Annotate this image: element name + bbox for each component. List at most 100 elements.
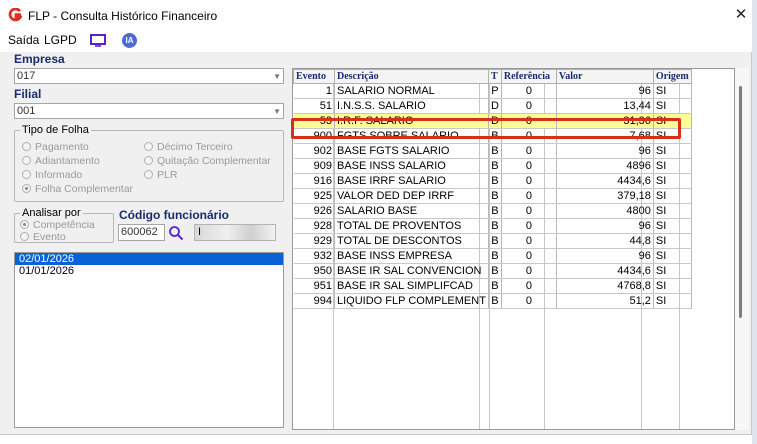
- cell-valor: 4434,6: [556, 263, 654, 279]
- cell-referencia: 0: [501, 113, 557, 129]
- analisar-title: Analisar por: [20, 207, 83, 219]
- col-referencia[interactable]: Referência: [500, 69, 557, 84]
- radio-quitacao-complementar[interactable]: Quitação Complementar: [144, 155, 271, 167]
- radio-decimo-terceiro[interactable]: Décimo Terceiro: [144, 141, 233, 153]
- cell-origem: SI: [653, 173, 692, 189]
- cell-tipo: B: [488, 143, 502, 159]
- menu-exit[interactable]: Saída: [8, 33, 39, 47]
- table-row[interactable]: 928 TOTAL DE PROVENTOS B 0 96 SI: [293, 218, 692, 234]
- events-grid[interactable]: Evento Descrição T Referência Valor Orig…: [292, 68, 735, 430]
- main-window: FLP - Consulta Histórico Financeiro ✕ Sa…: [0, 0, 752, 435]
- table-row[interactable]: 925 VALOR DED DEP IRRF B 0 379,18 SI: [293, 188, 692, 204]
- radio-folha-complementar[interactable]: Folha Complementar: [22, 183, 133, 195]
- cell-descricao: LIQUIDO FLP COMPLEMENT: [334, 293, 489, 309]
- cell-evento: 53: [293, 113, 335, 129]
- monitor-icon[interactable]: [90, 34, 106, 47]
- cell-origem: SI: [653, 128, 692, 144]
- cell-descricao: I.R.F. SALARIO: [334, 113, 489, 129]
- table-row[interactable]: 916 BASE IRRF SALARIO B 0 4434,6 SI: [293, 173, 692, 189]
- cell-tipo: B: [488, 203, 502, 219]
- table-row[interactable]: 902 BASE FGTS SALARIO B 0 96 SI: [293, 143, 692, 159]
- cell-valor: 96: [556, 143, 654, 159]
- vertical-scrollbar[interactable]: [735, 68, 749, 430]
- funcionario-code-input[interactable]: 600062: [118, 224, 165, 241]
- cell-evento: 928: [293, 218, 335, 234]
- cell-evento: 932: [293, 248, 335, 264]
- table-row[interactable]: 900 FGTS SOBRE SALARIO B 0 7,68 SI: [293, 128, 692, 144]
- filial-value: 001: [17, 105, 36, 117]
- table-row[interactable]: 932 BASE INSS EMPRESA B 0 96 SI: [293, 248, 692, 264]
- list-item[interactable]: 01/01/2026: [15, 265, 283, 277]
- cell-tipo: B: [488, 263, 502, 279]
- menu-lgpd[interactable]: LGPD: [44, 33, 77, 47]
- window-title: FLP - Consulta Histórico Financeiro: [28, 9, 218, 23]
- cell-origem: SI: [653, 203, 692, 219]
- cell-evento: 929: [293, 233, 335, 249]
- cell-tipo: B: [488, 188, 502, 204]
- radio-icon: [22, 170, 31, 179]
- filial-label: Filial: [14, 87, 42, 101]
- cell-origem: SI: [653, 263, 692, 279]
- cell-evento: 951: [293, 278, 335, 294]
- close-icon[interactable]: ✕: [730, 3, 752, 25]
- radio-plr[interactable]: PLR: [144, 169, 177, 181]
- table-row-highlighted[interactable]: 53 I.R.F. SALARIO D 0 31,36 SI: [293, 113, 692, 129]
- cell-referencia: 0: [501, 233, 557, 249]
- radio-icon: [144, 156, 153, 165]
- search-icon[interactable]: [168, 225, 184, 241]
- competencia-list[interactable]: 02/01/2026 01/01/2026: [14, 252, 284, 428]
- radio-icon: [144, 142, 153, 151]
- title-bar: FLP - Consulta Histórico Financeiro ✕: [0, 0, 752, 30]
- table-row[interactable]: 51 I.N.S.S. SALARIO D 0 13,44 SI: [293, 98, 692, 114]
- table-row[interactable]: 909 BASE INSS SALARIO B 0 4896 SI: [293, 158, 692, 174]
- col-tipo[interactable]: T: [487, 69, 502, 84]
- radio-competencia[interactable]: Competência: [20, 219, 95, 231]
- col-origem[interactable]: Origem: [652, 69, 692, 84]
- cell-evento: 900: [293, 128, 335, 144]
- cell-valor: 13,44: [556, 98, 654, 114]
- table-row[interactable]: 926 SALARIO BASE B 0 4800 SI: [293, 203, 692, 219]
- filial-combo[interactable]: 001 ▼: [14, 103, 284, 119]
- table-row[interactable]: 1 SALARIO NORMAL P 0 96 SI: [293, 83, 692, 99]
- radio-pagamento[interactable]: Pagamento: [22, 141, 89, 153]
- cell-referencia: 0: [501, 278, 557, 294]
- table-row[interactable]: 951 BASE IR SAL SIMPLIFCAD B 0 4768,8 SI: [293, 278, 692, 294]
- radio-evento[interactable]: Evento: [20, 231, 66, 243]
- radio-selected-icon: [22, 184, 31, 193]
- col-descricao[interactable]: Descrição: [334, 69, 489, 84]
- cell-tipo: B: [488, 233, 502, 249]
- cell-descricao: TOTAL DE PROVENTOS: [334, 218, 489, 234]
- cell-origem: SI: [653, 83, 692, 99]
- cell-evento: 994: [293, 293, 335, 309]
- list-item-selected[interactable]: 02/01/2026: [15, 253, 283, 265]
- col-evento[interactable]: Evento: [293, 69, 335, 84]
- cell-valor: 44,8: [556, 233, 654, 249]
- radio-adiantamento[interactable]: Adiantamento: [22, 155, 100, 167]
- tipo-folha-title: Tipo de Folha: [20, 124, 91, 136]
- cell-descricao: BASE INSS EMPRESA: [334, 248, 489, 264]
- table-row[interactable]: 950 BASE IR SAL CONVENCION B 0 4434,6 SI: [293, 263, 692, 279]
- cell-descricao: TOTAL DE DESCONTOS: [334, 233, 489, 249]
- table-row[interactable]: 929 TOTAL DE DESCONTOS B 0 44,8 SI: [293, 233, 692, 249]
- cell-origem: SI: [653, 248, 692, 264]
- col-valor[interactable]: Valor: [555, 69, 654, 84]
- empresa-combo[interactable]: 017 ▼: [14, 68, 284, 84]
- cell-descricao: FGTS SOBRE SALARIO: [334, 128, 489, 144]
- cell-referencia: 0: [501, 293, 557, 309]
- funcionario-name-text: I: [198, 226, 202, 238]
- radio-informado[interactable]: Informado: [22, 169, 82, 181]
- menu-bar: Saída LGPD: [0, 30, 752, 52]
- cell-valor: 379,18: [556, 188, 654, 204]
- ia-assistant-icon[interactable]: IA: [122, 33, 137, 48]
- table-row[interactable]: 994 LIQUIDO FLP COMPLEMENT B 0 51,2 SI: [293, 293, 692, 309]
- scrollbar-thumb[interactable]: [739, 86, 742, 318]
- cell-referencia: 0: [501, 83, 557, 99]
- cell-evento: 909: [293, 158, 335, 174]
- cell-valor: 4434,6: [556, 173, 654, 189]
- cell-evento: 51: [293, 98, 335, 114]
- cell-valor: 96: [556, 83, 654, 99]
- empresa-value: 017: [17, 70, 36, 82]
- cell-evento: 1: [293, 83, 335, 99]
- cell-valor: 96: [556, 218, 654, 234]
- empresa-label: Empresa: [14, 52, 65, 66]
